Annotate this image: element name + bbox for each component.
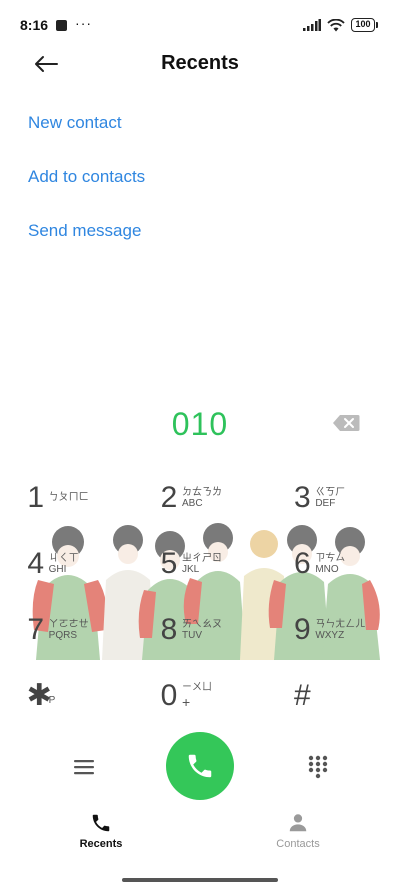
dialpad: 1 ㄅㄆㄇㄈ 2 ㄉㄊㄋㄌ ABC 3 ㄍㄎㄏ DEF 4 ㄐㄑㄒ GHI 5 ㄓㄔㄕ…: [0, 465, 400, 725]
battery-level: 100: [351, 18, 375, 32]
key-9[interactable]: 9 ㄢㄣㄤㄥㄦ WXYZ: [267, 597, 400, 663]
key-zhuyin: ㄓㄔㄕㄖ: [181, 552, 222, 564]
key-zhuyin: ㄗㄘㄙ: [315, 552, 346, 564]
home-indicator[interactable]: [122, 878, 278, 882]
hash-icon: #: [293, 679, 311, 712]
tab-recents[interactable]: Recents: [51, 812, 151, 850]
cellular-signal-icon: [303, 19, 321, 31]
action-list: New contact Add to contacts Send message: [28, 108, 145, 270]
wifi-icon: [327, 18, 345, 31]
key-0[interactable]: 0 ㄧㄨㄩ +: [133, 663, 266, 729]
key-5[interactable]: 5 ㄓㄔㄕㄖ JKL: [133, 531, 266, 597]
key-star[interactable]: ✱ P: [0, 663, 133, 729]
key-digit: 2: [160, 481, 178, 514]
key-letters: JKL: [181, 564, 200, 575]
dialpad-toggle-button[interactable]: [298, 752, 338, 782]
hamburger-menu-icon: [74, 760, 94, 775]
notification-square-icon: [56, 19, 68, 31]
key-letters: GHI: [48, 564, 67, 575]
key-digit: 3: [293, 481, 311, 514]
number-display: 010: [0, 400, 400, 450]
key-zhuyin: ㄢㄣㄤㄥㄦ: [315, 618, 366, 630]
page-title: Recents: [161, 52, 239, 74]
menu-button[interactable]: [64, 752, 104, 782]
key-digit: 8: [160, 613, 178, 646]
person-icon: [289, 814, 307, 832]
status-bar: 8:16 ··· 100: [0, 0, 400, 40]
key-1[interactable]: 1 ㄅㄆㄇㄈ: [0, 465, 133, 531]
phone-icon: [92, 814, 110, 832]
key-zhuyin: ㄍㄎㄏ: [315, 486, 346, 498]
key-letters: DEF: [315, 498, 336, 509]
key-letters: MNO: [315, 564, 339, 575]
key-letters: TUV: [181, 630, 202, 641]
header: Recents: [0, 44, 400, 84]
tab-contacts-label: Contacts: [276, 838, 320, 850]
key-digit: 7: [27, 613, 44, 646]
key-6[interactable]: 6 ㄗㄘㄙ MNO: [267, 531, 400, 597]
new-contact-link[interactable]: New contact: [28, 108, 145, 162]
key-2[interactable]: 2 ㄉㄊㄋㄌ ABC: [133, 465, 266, 531]
key-8[interactable]: 8 ㄞㄟㄠㄡ TUV: [133, 597, 266, 663]
bottom-nav: Recents Contacts: [0, 812, 400, 862]
key-digit: 6: [293, 547, 311, 580]
key-letters: PQRS: [48, 630, 77, 641]
key-digit: 5: [160, 547, 178, 580]
dialpad-grid-icon: [308, 755, 328, 779]
key-digit: 4: [27, 547, 44, 580]
call-button[interactable]: [166, 732, 234, 800]
key-zhuyin: ㄞㄟㄠㄡ: [181, 618, 222, 630]
key-hash[interactable]: #: [267, 663, 400, 729]
add-to-contacts-link[interactable]: Add to contacts: [28, 162, 145, 216]
key-7[interactable]: 7 ㄚㄛㄜㄝ PQRS: [0, 597, 133, 663]
key-zhuyin: ㄧㄨㄩ: [181, 682, 212, 694]
backspace-button[interactable]: [332, 414, 360, 437]
key-digit: 9: [293, 613, 311, 646]
star-icon: ✱: [26, 679, 52, 712]
phone-icon: [188, 754, 212, 778]
key-letters: +: [181, 693, 191, 710]
tab-recents-label: Recents: [79, 838, 123, 850]
key-letters: ABC: [181, 498, 203, 509]
key-digit: 0: [160, 679, 178, 712]
key-digit: 1: [27, 481, 44, 514]
status-time: 8:16: [20, 17, 49, 33]
key-letters: P: [48, 695, 56, 707]
key-zhuyin: ㄉㄊㄋㄌ: [181, 486, 222, 498]
dialer-controls: [0, 730, 400, 802]
battery-icon: 100: [351, 18, 378, 32]
key-letters: WXYZ: [315, 630, 345, 641]
send-message-link[interactable]: Send message: [28, 216, 145, 270]
tab-contacts[interactable]: Contacts: [248, 812, 348, 850]
backspace-icon: [333, 415, 360, 431]
status-overflow: ···: [75, 15, 93, 31]
key-zhuyin: ㄚㄛㄜㄝ: [48, 618, 89, 630]
key-3[interactable]: 3 ㄍㄎㄏ DEF: [267, 465, 400, 531]
key-zhuyin: ㄅㄆㄇㄈ: [48, 492, 89, 504]
key-4[interactable]: 4 ㄐㄑㄒ GHI: [0, 531, 133, 597]
key-zhuyin: ㄐㄑㄒ: [48, 552, 79, 564]
